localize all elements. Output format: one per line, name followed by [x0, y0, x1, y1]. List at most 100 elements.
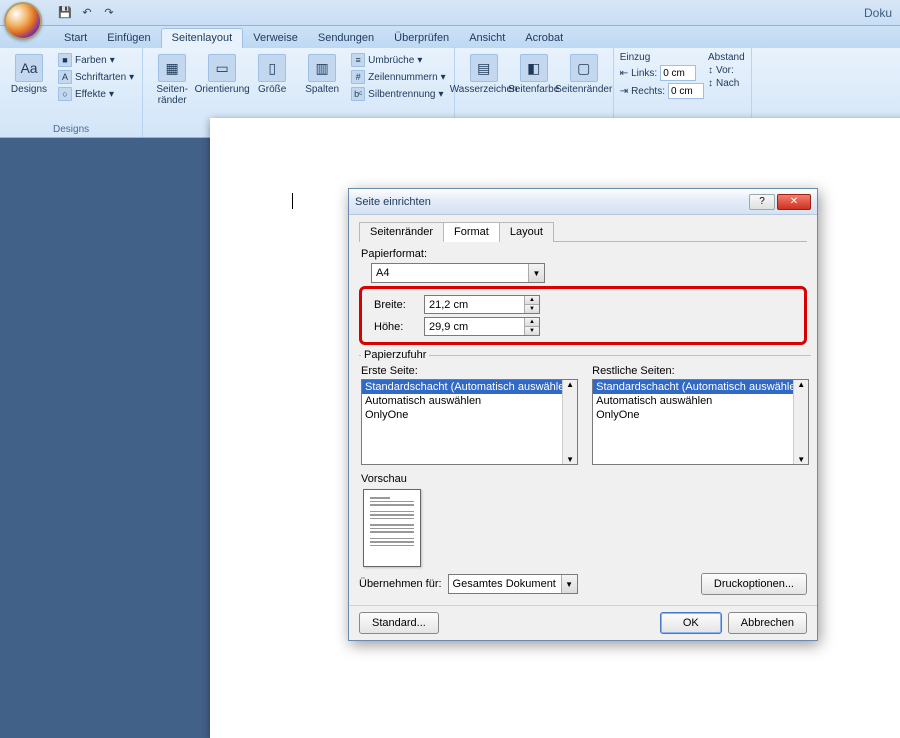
other-pages-label: Restliche Seiten: — [592, 365, 809, 377]
indent-right-icon: ⇥ — [620, 86, 628, 97]
orientation-label: Orientierung — [195, 84, 250, 95]
group-designs-label: Designs — [6, 123, 136, 136]
page-borders-label: Seitenränder — [555, 84, 612, 95]
tab-sendungen[interactable]: Sendungen — [308, 29, 384, 48]
page-color-icon: ◧ — [520, 54, 548, 82]
farben-button[interactable]: ■Farben ▾ — [56, 52, 136, 68]
effekte-label: Effekte — [75, 89, 106, 100]
apply-to-label: Übernehmen für: — [359, 578, 442, 590]
cancel-button[interactable]: Abbrechen — [728, 612, 807, 634]
spin-down-icon[interactable]: ▼ — [525, 305, 539, 313]
height-spinner[interactable]: 29,9 cm ▲▼ — [424, 317, 540, 336]
group-designs: Aa Designs ■Farben ▾ ASchriftarten ▾ ○Ef… — [0, 48, 143, 137]
columns-button[interactable]: ▥Spalten — [299, 52, 345, 97]
effekte-button[interactable]: ○Effekte ▾ — [56, 86, 136, 102]
indent-header: Einzug — [620, 52, 704, 63]
spin-up-icon[interactable]: ▲ — [525, 318, 539, 327]
text-cursor — [292, 193, 293, 209]
list-item[interactable]: Automatisch auswählen — [362, 394, 577, 408]
redo-icon[interactable]: ↷ — [100, 4, 118, 22]
ok-button[interactable]: OK — [660, 612, 722, 634]
apply-to-combo[interactable]: Gesamtes Dokument ▼ — [448, 574, 578, 594]
dialog-tab-format[interactable]: Format — [443, 222, 500, 242]
dialog-tab-margins[interactable]: Seitenränder — [359, 222, 444, 242]
ribbon-tabs: Start Einfügen Seitenlayout Verweise Sen… — [0, 26, 900, 48]
schriftarten-button[interactable]: ASchriftarten ▾ — [56, 69, 136, 85]
width-value: 21,2 cm — [429, 299, 468, 311]
list-item[interactable]: OnlyOne — [593, 408, 808, 422]
chevron-down-icon: ▼ — [561, 575, 577, 593]
designs-icon: Aa — [15, 54, 43, 82]
margins-icon: ▦ — [158, 54, 186, 82]
list-item[interactable]: OnlyOne — [362, 408, 577, 422]
dialog-close-button[interactable]: ✕ — [777, 194, 811, 210]
spacing-header: Abstand — [708, 52, 745, 63]
first-page-list[interactable]: Standardschacht (Automatisch auswählen) … — [361, 379, 578, 465]
indent-left-input[interactable] — [660, 65, 696, 81]
spacing-after-icon: ↕ — [708, 78, 713, 89]
dialog-title-bar[interactable]: Seite einrichten ? ✕ — [349, 189, 817, 215]
tab-ansicht[interactable]: Ansicht — [459, 29, 515, 48]
breaks-icon: ≡ — [351, 53, 365, 67]
page-color-button[interactable]: ◧Seitenfarbe — [511, 52, 557, 97]
save-icon[interactable]: 💾 — [56, 4, 74, 22]
preview-thumbnail — [363, 489, 421, 567]
dialog-tabs: Seitenränder Format Layout — [359, 221, 807, 242]
tab-start[interactable]: Start — [54, 29, 97, 48]
orientation-button[interactable]: ▭Orientierung — [199, 52, 245, 97]
scrollbar[interactable]: ▲▼ — [793, 380, 808, 464]
breaks-button[interactable]: ≡Umbrüche ▾ — [349, 52, 448, 68]
dialog-footer: Standard... OK Abbrechen — [349, 605, 817, 640]
hyphenation-button[interactable]: bᶜSilbentrennung ▾ — [349, 86, 448, 102]
height-label: Höhe: — [374, 321, 418, 333]
width-spinner[interactable]: 21,2 cm ▲▼ — [424, 295, 540, 314]
orientation-icon: ▭ — [208, 54, 236, 82]
paper-feed-legend: Papierzufuhr — [361, 349, 429, 361]
list-item[interactable]: Automatisch auswählen — [593, 394, 808, 408]
page-borders-button[interactable]: ▢Seitenränder — [561, 52, 607, 97]
schriftarten-label: Schriftarten — [75, 72, 126, 83]
window-title: Doku — [864, 6, 892, 20]
designs-button[interactable]: Aa Designs — [6, 52, 52, 97]
undo-icon[interactable]: ↶ — [78, 4, 96, 22]
first-page-label: Erste Seite: — [361, 365, 578, 377]
spin-up-icon[interactable]: ▲ — [525, 296, 539, 305]
tab-ueberpruefen[interactable]: Überprüfen — [384, 29, 459, 48]
dialog-tab-layout[interactable]: Layout — [499, 222, 554, 242]
page-borders-icon: ▢ — [570, 54, 598, 82]
indent-right-label: Rechts: — [631, 86, 665, 97]
watermark-icon: ▤ — [470, 54, 498, 82]
spin-down-icon[interactable]: ▼ — [525, 327, 539, 335]
margins-label: Seiten- ränder — [151, 84, 193, 106]
tab-einfuegen[interactable]: Einfügen — [97, 29, 160, 48]
margins-button[interactable]: ▦Seiten- ränder — [149, 52, 195, 108]
farben-label: Farben — [75, 55, 107, 66]
size-button[interactable]: ▯Größe — [249, 52, 295, 97]
scrollbar[interactable]: ▲▼ — [562, 380, 577, 464]
print-options-button[interactable]: Druckoptionen... — [701, 573, 807, 595]
watermark-button[interactable]: ▤Wasserzeichen — [461, 52, 507, 97]
office-button[interactable] — [4, 2, 42, 40]
tab-seitenlayout[interactable]: Seitenlayout — [161, 28, 244, 48]
paper-format-combo[interactable]: A4 ▼ — [371, 263, 545, 283]
page-setup-dialog: Seite einrichten ? ✕ Seitenränder Format… — [348, 188, 818, 641]
other-pages-list[interactable]: Standardschacht (Automatisch auswählen) … — [592, 379, 809, 465]
dialog-help-button[interactable]: ? — [749, 194, 775, 210]
size-icon: ▯ — [258, 54, 286, 82]
default-button[interactable]: Standard... — [359, 612, 439, 634]
effects-icon: ○ — [58, 87, 72, 101]
dimensions-highlight: Breite: 21,2 cm ▲▼ Höhe: 29,9 cm ▲▼ — [359, 286, 807, 345]
columns-icon: ▥ — [308, 54, 336, 82]
colors-icon: ■ — [58, 53, 72, 67]
dialog-title: Seite einrichten — [355, 196, 431, 208]
indent-left-label: Links: — [631, 68, 657, 79]
line-numbers-button[interactable]: #Zeilennummern ▾ — [349, 69, 448, 85]
list-item[interactable]: Standardschacht (Automatisch auswählen) — [593, 380, 808, 394]
quick-access-toolbar: 💾 ↶ ↷ — [56, 4, 118, 22]
indent-right-input[interactable] — [668, 83, 704, 99]
width-label: Breite: — [374, 299, 418, 311]
tab-verweise[interactable]: Verweise — [243, 29, 308, 48]
list-item[interactable]: Standardschacht (Automatisch auswählen) — [362, 380, 577, 394]
apply-to-value: Gesamtes Dokument — [453, 578, 556, 590]
tab-acrobat[interactable]: Acrobat — [515, 29, 573, 48]
